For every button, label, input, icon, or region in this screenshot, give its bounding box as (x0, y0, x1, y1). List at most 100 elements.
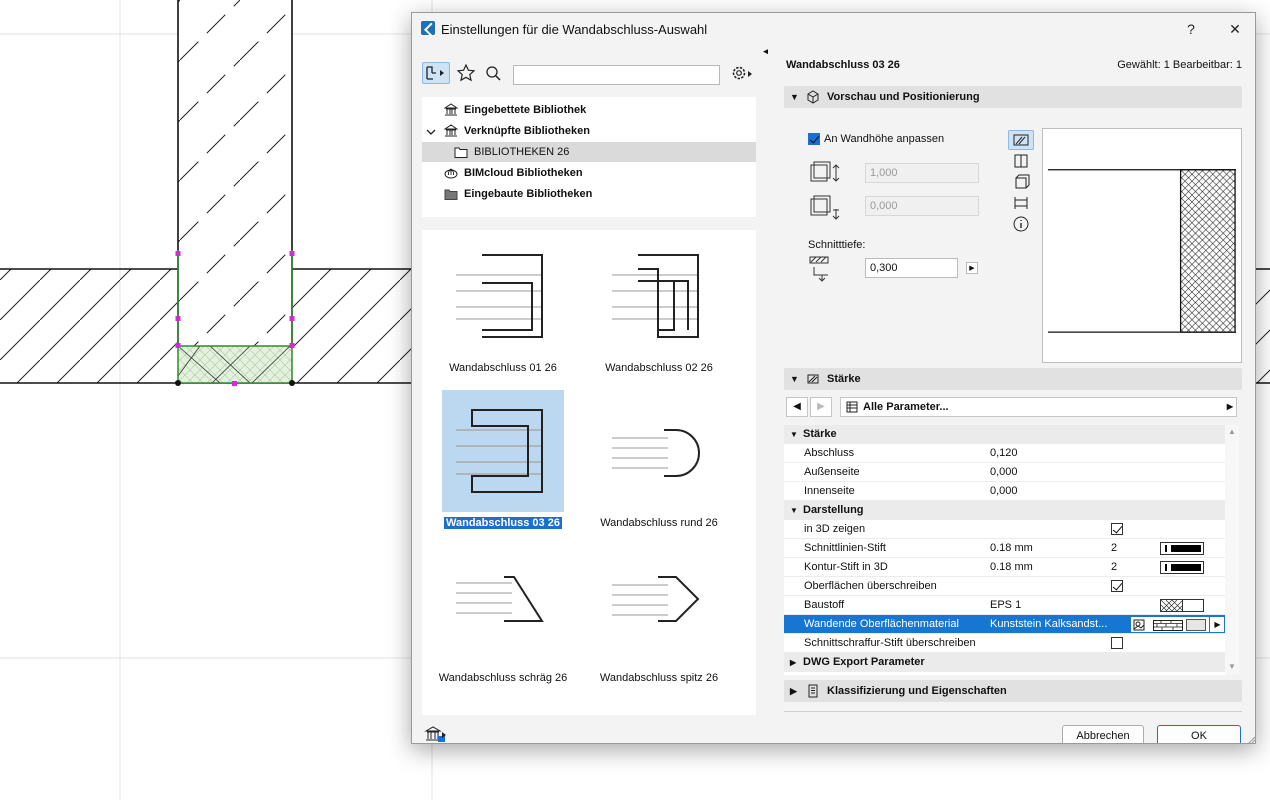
preview-elevation-icon[interactable] (1008, 193, 1034, 213)
wall-end-03-thumbnail (442, 390, 564, 512)
gallery-item-wall-end-01[interactable]: Wandabschluss 01 26 (436, 235, 558, 374)
param-group-thickness[interactable]: ▼ Stärke (784, 425, 1225, 444)
library-manager-icon[interactable] (422, 723, 450, 743)
object-type-selector-button[interactable] (422, 62, 450, 84)
library-building-icon (444, 103, 458, 116)
tree-item-libraries-26[interactable]: BIBLIOTHEKEN 26 (422, 142, 756, 162)
wall-end-pointed-thumbnail (612, 576, 700, 622)
tree-item-embedded-library[interactable]: Eingebettete Bibliothek (422, 100, 756, 120)
bimcloud-icon (444, 168, 458, 179)
footer-divider (784, 711, 1242, 712)
material-swatch[interactable] (1160, 599, 1204, 612)
pen-swatch[interactable] (1160, 561, 1204, 574)
param-group-dwg-export[interactable]: ▶ DWG Export Parameter (784, 653, 1225, 672)
param-row-end[interactable]: Abschluss 0,120 (784, 444, 1225, 463)
preview-plan-icon[interactable] (1008, 130, 1034, 150)
parameter-scrollbar[interactable]: ▲ ▼ (1225, 425, 1239, 675)
close-button[interactable]: ✕ (1220, 19, 1250, 39)
gallery-item-wall-end-pointed[interactable]: Wandabschluss spitz 26 (592, 545, 718, 684)
param-group-display[interactable]: ▼ Darstellung (784, 501, 1225, 520)
offset-icon (810, 195, 840, 220)
surface-material-picker[interactable]: ▶ (1130, 616, 1225, 633)
document-list-icon (808, 684, 818, 698)
cut-depth-field[interactable]: 0,300 (865, 258, 958, 278)
color-swatch[interactable] (1186, 619, 1206, 631)
gallery-item-wall-end-03[interactable]: Wandabschluss 03 26 (436, 390, 564, 529)
archicad-app-icon (421, 21, 435, 35)
brick-pattern-icon (1153, 620, 1183, 631)
cut-depth-label: Schnitttiefe: (808, 239, 866, 251)
chevron-down-icon: ▼ (790, 92, 799, 102)
selection-info: Gewählt: 1 Bearbeitbar: 1 (1117, 59, 1242, 71)
gallery-item-wall-end-02[interactable]: Wandabschluss 02 26 (592, 235, 714, 374)
chevron-down-icon: ▼ (790, 374, 799, 384)
preview-canvas[interactable] (1042, 128, 1242, 363)
gallery-item-label: Wandabschluss 01 26 (449, 362, 557, 374)
parameter-filter-dropdown[interactable]: Alle Parameter... ▶ (840, 397, 1237, 417)
search-icon[interactable] (482, 62, 506, 84)
param-row-inside[interactable]: Innenseite 0,000 (784, 482, 1225, 501)
param-row-outside[interactable]: Außenseite 0,000 (784, 463, 1225, 482)
tree-item-linked-libraries[interactable]: Verknüpfte Bibliotheken (422, 121, 756, 141)
pen-swatch[interactable] (1160, 542, 1204, 555)
show-3d-checkbox[interactable] (1111, 523, 1123, 535)
thickness-icon (807, 374, 819, 384)
folder-filled-icon (444, 189, 458, 200)
gallery-item-label: Wandabschluss rund 26 (600, 517, 718, 529)
dropdown-arrow-icon: ▶ (1226, 402, 1233, 411)
fit-wall-height-label: An Wandhöhe anpassen (824, 133, 945, 145)
cut-depth-arrow-icon[interactable]: ▶ (966, 262, 978, 274)
param-row-contour-pen[interactable]: Kontur-Stift in 3D 0.18 mm 2 (784, 558, 1225, 577)
param-row-show-3d[interactable]: in 3D zeigen (784, 520, 1225, 539)
preview-box-icon (807, 90, 819, 104)
title-bar[interactable]: Einstellungen für die Wandabschluss-Ausw… (412, 13, 1255, 45)
favorites-star-icon[interactable] (454, 62, 478, 84)
gallery-item-label: Wandabschluss 03 26 (444, 517, 562, 529)
chevron-down-icon[interactable] (426, 127, 436, 137)
override-surfaces-checkbox[interactable] (1111, 580, 1123, 592)
tree-item-bimcloud-libraries[interactable]: BIMcloud Bibliotheken (422, 163, 756, 183)
settings-pane: Wandabschluss 03 26 Gewählt: 1 Bearbeitb… (768, 45, 1256, 744)
wall-end-02-thumbnail (612, 254, 699, 338)
param-row-surface-material[interactable]: Wandende Oberflächenmaterial Kunststein K… (784, 615, 1225, 634)
tree-item-builtin-libraries[interactable]: Eingebaute Bibliotheken (422, 184, 756, 204)
surface-image-icon (1133, 619, 1145, 631)
fit-wall-height-checkbox[interactable] (808, 133, 820, 145)
param-row-cut-line-pen[interactable]: Schnittlinien-Stift 0.18 mm 2 (784, 539, 1225, 558)
next-page-button[interactable]: ▶ (810, 397, 832, 417)
help-button[interactable]: ? (1176, 19, 1206, 39)
section-header-classification[interactable]: ▶ Klassifizierung und Eigenschaften (784, 680, 1242, 702)
cancel-button[interactable]: Abbrechen (1062, 725, 1144, 743)
linked-library-icon (444, 124, 458, 137)
offset-field[interactable]: 0,000 (865, 196, 979, 216)
folder-icon (454, 147, 468, 158)
height-icon (810, 161, 840, 182)
section-header-preview[interactable]: ▼ Vorschau und Positionierung (784, 86, 1242, 108)
settings-gear-icon[interactable] (728, 62, 756, 84)
chevron-right-icon: ▶ (790, 686, 797, 696)
param-row-override-surfaces[interactable]: Oberflächen überschreiben (784, 577, 1225, 596)
wall-end-settings-dialog: Einstellungen für die Wandabschluss-Ausw… (411, 12, 1256, 744)
library-tree: Eingebettete Bibliothek Verknüpfte Bibli… (422, 97, 756, 217)
preview-section-icon[interactable] (1008, 151, 1034, 171)
ok-button[interactable]: OK (1157, 725, 1241, 743)
parameter-table: ▼ Stärke Abschluss 0,120 Außenseite 0,000 I… (784, 425, 1225, 675)
previous-page-button[interactable]: ◀ (786, 397, 808, 417)
parameter-list-icon (846, 401, 858, 413)
gallery-item-wall-end-round[interactable]: Wandabschluss rund 26 (592, 390, 718, 529)
param-row-material[interactable]: Baustoff EPS 1 (784, 596, 1225, 615)
override-hatch-pen-checkbox[interactable] (1111, 637, 1123, 649)
section-header-thickness[interactable]: ▼ Stärke (784, 368, 1242, 390)
wall-end-oblique-thumbnail (456, 576, 544, 622)
param-row-override-hatch-pen[interactable]: Schnittschraffur-Stift überschreiben (784, 634, 1225, 653)
resize-grip-icon[interactable] (1246, 735, 1256, 744)
info-icon[interactable] (1008, 214, 1034, 234)
wall-end-round-thumbnail (612, 429, 700, 477)
preview-3d-icon[interactable] (1008, 172, 1034, 192)
picker-arrow-icon[interactable]: ▶ (1209, 616, 1225, 633)
search-input[interactable] (513, 65, 720, 85)
height-field[interactable]: 1,000 (865, 163, 979, 183)
wall-end-01-thumbnail (456, 254, 543, 338)
gallery-item-label: Wandabschluss spitz 26 (599, 672, 719, 684)
gallery-item-wall-end-oblique[interactable]: Wandabschluss schräg 26 (436, 545, 567, 684)
